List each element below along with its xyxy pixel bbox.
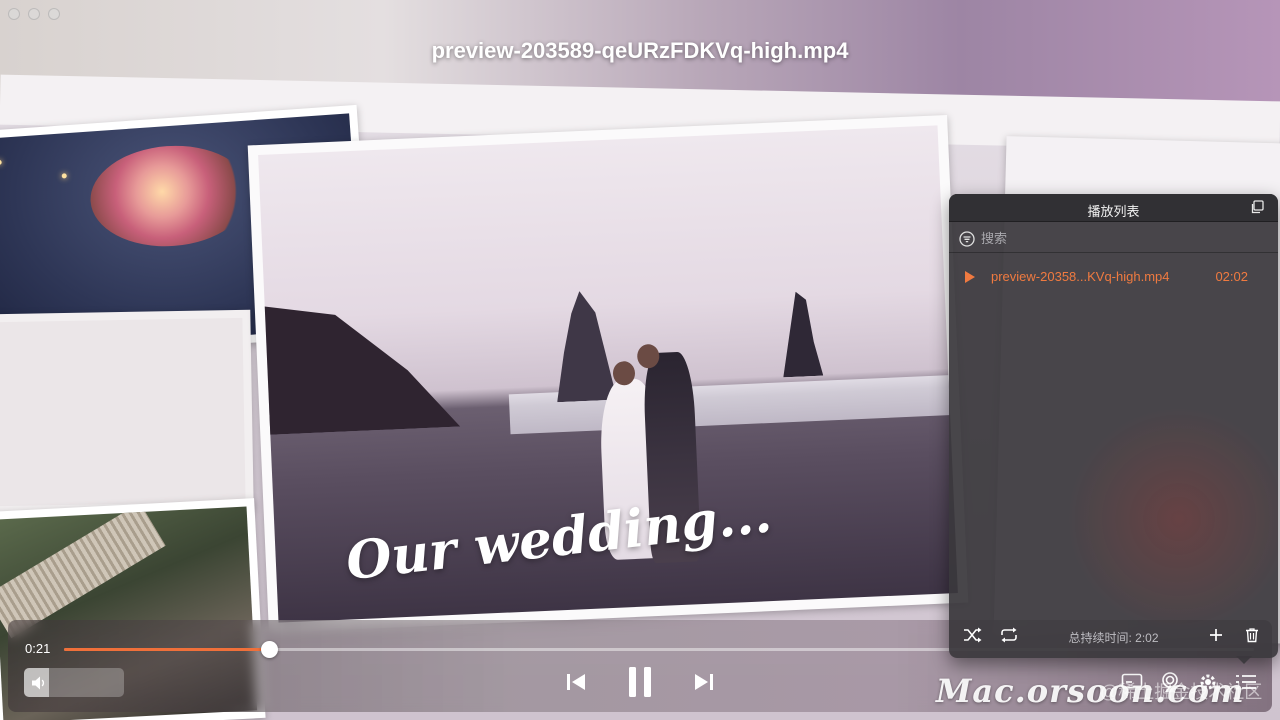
now-playing-icon [965,271,975,283]
seek-bar-progress [64,648,269,651]
playlist-popover-arrow [1236,656,1252,664]
detach-window-icon [1251,200,1264,214]
playlist-footer: 总持续时间: 2:02 [949,620,1278,650]
photo-main-couple: Our wedding... [247,114,969,634]
total-duration-label: 总持续时间: [1068,631,1132,645]
filter-icon[interactable] [959,231,975,247]
photo-blank [0,309,254,515]
add-button[interactable] [1206,625,1226,645]
trash-icon [1246,628,1258,643]
total-duration: 总持续时间: 2:02 [949,629,1278,646]
next-button[interactable] [686,664,722,700]
total-duration-value: 2:02 [1135,631,1159,645]
candle-light [0,159,2,166]
playlist-item-duration: 02:02 [1215,269,1248,284]
close-window-button[interactable] [8,8,20,20]
sea-stack [780,291,824,378]
pause-button[interactable] [622,664,658,700]
minimize-window-button[interactable] [28,8,40,20]
window-title: preview-203589-qeURzFDKVq-high.mp4 [431,38,849,63]
search-input[interactable] [981,228,1261,248]
watermark-subtext: @稀土掘金技术社区 [1100,682,1263,702]
flower-arrangement [87,140,254,252]
skip-previous-icon [567,674,585,690]
pause-icon [629,667,651,697]
playlist-item-name: preview-20358...KVq-high.mp4 [991,269,1170,284]
sea-stack [552,290,617,403]
video-overlay-text: Our wedding... [343,483,775,593]
previous-button[interactable] [558,664,594,700]
playlist-header: 播放列表 [949,194,1278,222]
playlist-panel: 播放列表 preview-20358...KVq-high.mp4 02:02 [949,194,1278,658]
panel-background-glow [1069,404,1278,634]
playlist-search [949,223,1278,253]
playlist-item[interactable]: preview-20358...KVq-high.mp4 02:02 [949,263,1278,291]
skip-next-icon [695,674,713,690]
delete-button[interactable] [1242,625,1262,645]
playlist-title: 播放列表 [1087,204,1140,219]
zoom-window-button[interactable] [48,8,60,20]
candle-light [61,173,67,179]
seek-bar-handle[interactable] [260,641,278,658]
plus-icon [1210,629,1222,641]
hammock [0,506,166,639]
detach-button[interactable] [1250,200,1266,216]
time-elapsed: 0:21 [25,641,51,656]
window-controls [8,8,60,20]
cliff [258,297,460,436]
